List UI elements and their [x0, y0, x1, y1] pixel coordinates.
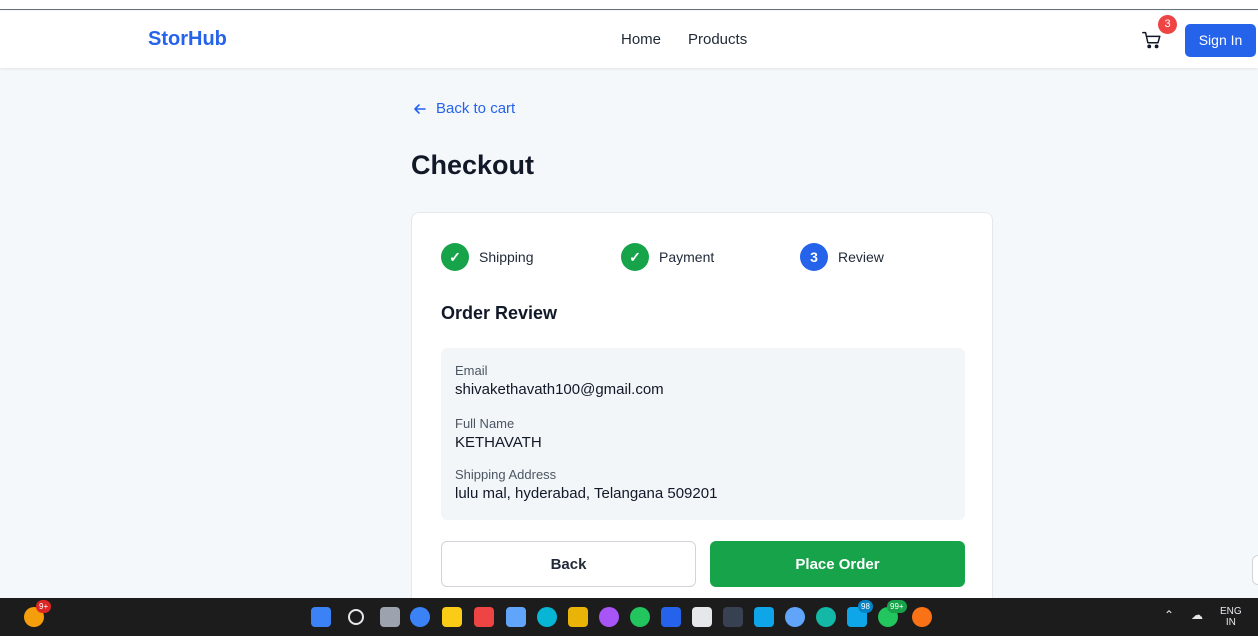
full-name-field: Full Name KETHAVATH — [455, 416, 542, 451]
step-label: Review — [838, 249, 884, 265]
navbar: StorHub Home Products 3 Sign In — [0, 11, 1258, 68]
step-number: 3 — [800, 243, 828, 271]
chrome-icon[interactable] — [630, 607, 650, 627]
check-icon: ✓ — [441, 243, 469, 271]
shipping-address-value: lulu mal, hyderabad, Telangana 509201 — [455, 485, 718, 502]
checkout-card: ✓ Shipping ✓ Payment 3 Review Order Revi… — [411, 212, 993, 612]
cart-icon[interactable] — [1141, 29, 1163, 51]
writer-app-icon[interactable] — [692, 607, 712, 627]
order-review-box: Email shivakethavath100@gmail.com Full N… — [441, 348, 965, 520]
step-review: 3 Review — [800, 243, 884, 271]
sign-in-button[interactable]: Sign In — [1185, 24, 1256, 57]
help-app-icon[interactable] — [410, 607, 430, 627]
weather-badge: 9+ — [36, 600, 52, 613]
scroll-handle[interactable] — [1252, 555, 1258, 585]
outlook-icon[interactable] — [661, 607, 681, 627]
email-label: Email — [455, 363, 488, 378]
search-icon[interactable] — [348, 609, 364, 625]
brave-browser-icon[interactable] — [474, 607, 494, 627]
file-explorer-icon[interactable] — [442, 607, 462, 627]
store-icon[interactable] — [506, 607, 526, 627]
copilot-icon[interactable] — [599, 607, 619, 627]
windows-start-icon[interactable] — [311, 607, 331, 627]
shipping-address-label: Shipping Address — [455, 467, 557, 482]
power-bi-icon[interactable] — [568, 607, 588, 627]
arrow-left-icon — [414, 103, 426, 114]
back-to-cart-link[interactable]: Back to cart — [412, 100, 515, 117]
language-indicator[interactable]: ENG IN — [1220, 606, 1242, 628]
email-value: shivakethavath100@gmail.com — [455, 381, 664, 398]
vscode-icon[interactable] — [754, 607, 774, 627]
cloud-icon[interactable]: ☁ — [1191, 609, 1203, 621]
brand-logo[interactable]: StorHub — [148, 28, 227, 51]
back-to-cart-label: Back to cart — [436, 100, 516, 117]
whatsapp-badge: 99+ — [887, 600, 907, 613]
section-title: Order Review — [441, 303, 558, 323]
page-title: Checkout — [411, 150, 535, 180]
cart-count-badge: 3 — [1158, 15, 1177, 34]
chevron-up-icon[interactable]: ⌃ — [1164, 609, 1174, 621]
step-label: Shipping — [479, 249, 534, 265]
terminal-icon[interactable] — [723, 607, 743, 627]
r-app-icon[interactable] — [785, 607, 805, 627]
nav-products-link[interactable]: Products — [688, 31, 747, 48]
step-shipping: ✓ Shipping — [441, 243, 534, 271]
edge-browser-icon[interactable] — [537, 607, 557, 627]
email-field: Email shivakethavath100@gmail.com — [455, 363, 664, 398]
task-view-icon[interactable] — [380, 607, 400, 627]
check-icon: ✓ — [621, 243, 649, 271]
windows-taskbar: 9+ 98 99+ ⌃ ☁ ENG IN — [0, 598, 1258, 636]
nav-home-link[interactable]: Home — [621, 31, 661, 48]
language-region: IN — [1225, 617, 1236, 628]
place-order-button[interactable]: Place Order — [710, 541, 965, 587]
full-name-label: Full Name — [455, 416, 515, 431]
step-payment: ✓ Payment — [621, 243, 714, 271]
full-name-value: KETHAVATH — [455, 434, 542, 451]
back-button[interactable]: Back — [441, 541, 696, 587]
chrome-alt-icon[interactable] — [912, 607, 932, 627]
step-label: Payment — [659, 249, 715, 265]
messaging-app-badge: 98 — [858, 600, 873, 613]
top-border — [0, 0, 1258, 10]
shipping-address-field: Shipping Address lulu mal, hyderabad, Te… — [455, 467, 717, 502]
language-code: ENG — [1220, 606, 1242, 617]
wave-app-icon[interactable] — [816, 607, 836, 627]
